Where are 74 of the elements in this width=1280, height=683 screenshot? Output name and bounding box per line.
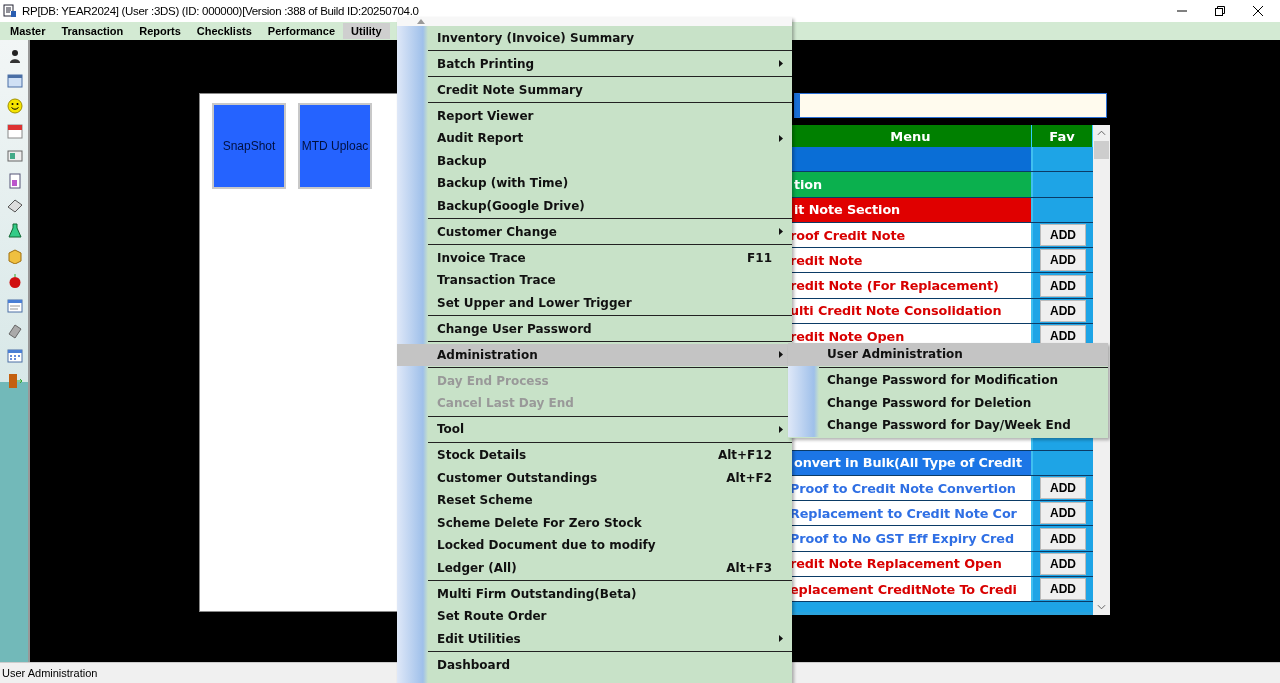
door-icon[interactable] [6, 373, 23, 389]
scroll-up-icon[interactable] [417, 19, 425, 24]
tile-button[interactable]: MTD Uploac [298, 103, 372, 189]
fav-cell [1031, 147, 1093, 172]
menu-entry[interactable]: redit Note Replacement Open [790, 551, 1031, 577]
menu-item[interactable]: Inventory (Invoice) Summary [397, 26, 792, 49]
add-button[interactable]: ADD [1040, 527, 1086, 550]
window-icon[interactable] [6, 73, 23, 89]
section-row[interactable]: onvert in Bulk(All Type of Credit [790, 450, 1031, 475]
grid-icon[interactable] [6, 348, 23, 364]
menu-item[interactable]: Invoice Trace F11 [397, 246, 792, 269]
close-icon[interactable] [1252, 5, 1264, 17]
tile-button[interactable]: SnapShot [212, 103, 286, 189]
menu-item[interactable]: Multi Firm Outstanding(Beta) [397, 582, 792, 605]
form-icon[interactable] [6, 298, 23, 314]
menubar-item[interactable]: Transaction [53, 23, 132, 39]
add-button[interactable]: ADD [1040, 249, 1086, 272]
box-icon[interactable] [6, 248, 23, 264]
section-row[interactable] [790, 147, 1031, 172]
menu-item[interactable]: Report Viewer [397, 104, 792, 127]
add-button[interactable]: ADD [1040, 299, 1086, 322]
add-button[interactable]: ADD [1040, 578, 1086, 601]
add-button[interactable]: ADD [1040, 477, 1086, 499]
menubar-item[interactable]: Performance [259, 23, 344, 39]
menubar-item[interactable]: Utility [343, 23, 390, 39]
column-header: Menu [790, 125, 1032, 147]
app-icon [3, 4, 17, 18]
smiley-icon[interactable] [6, 98, 23, 114]
search-field[interactable] [794, 93, 1107, 118]
menu-item[interactable]: Change User Password [397, 317, 792, 340]
menu-entry[interactable]: Replacement to Credit Note Cor [790, 501, 1031, 526]
scroll-up-icon[interactable] [1097, 130, 1106, 136]
menu-item[interactable]: Transaction Trace [397, 269, 792, 292]
tag-icon[interactable] [6, 198, 23, 214]
menu-entry[interactable]: redit Note (For Replacement) [790, 273, 1031, 298]
menu-item[interactable]: Customer Change [397, 220, 792, 243]
menu-item[interactable]: Batch Printing [397, 52, 792, 75]
flask-icon[interactable] [6, 223, 23, 239]
add-button[interactable]: ADD [1040, 274, 1086, 297]
menu-item[interactable]: Set Upper and Lower Trigger [397, 291, 792, 314]
menubar-item[interactable]: Master [2, 23, 54, 39]
menu-item[interactable]: Credit Note Summary [397, 78, 792, 101]
menu-entry[interactable]: eplacement CreditNote To Credi [790, 577, 1031, 602]
fav-cell [1031, 172, 1093, 197]
card-icon[interactable] [6, 148, 23, 164]
menu-item[interactable]: Ledger (All) Alt+F3 [397, 556, 792, 579]
menu-item[interactable]: Edit Utilities [397, 627, 792, 650]
menu-item[interactable]: Set Route Order [397, 605, 792, 628]
book-icon[interactable] [6, 323, 23, 339]
restore-icon[interactable] [1214, 5, 1226, 17]
menu-item[interactable]: Scheme Delete For Zero Stock [397, 511, 792, 534]
menu-item[interactable]: Stock Details Alt+F12 [397, 444, 792, 467]
section-row[interactable]: it Note Section [790, 197, 1031, 222]
add-button[interactable]: ADD [1040, 552, 1086, 575]
calendar-icon[interactable] [6, 123, 23, 139]
add-button[interactable]: ADD [1040, 224, 1086, 247]
menu-item[interactable]: Customer Outstandings Alt+F2 [397, 466, 792, 489]
scroll-thumb[interactable] [1094, 141, 1109, 159]
menubar-item[interactable]: Checklists [188, 23, 260, 39]
column-header: Fav [1032, 125, 1093, 147]
window-title: RP[DB: YEAR2024] (User :3DS) (ID: 000000)[Version :388 of Build ID:20250704.0 [22, 5, 419, 17]
menu-item[interactable]: Backup (with Time) [397, 172, 792, 195]
apple-icon[interactable] [6, 273, 23, 289]
scroll-down-icon[interactable] [1097, 604, 1106, 610]
add-button[interactable]: ADD [1040, 502, 1086, 525]
menu-item[interactable]: Backup(Google Drive) [397, 194, 792, 217]
menubar-item[interactable]: Reports [131, 23, 189, 39]
document-icon[interactable] [6, 173, 23, 189]
menu-entry[interactable]: redit Note [790, 248, 1031, 273]
menu-item[interactable]: Reset Scheme [397, 489, 792, 512]
menu-item[interactable]: Audit Report [397, 127, 792, 150]
menu-item[interactable]: User Administration [788, 343, 1108, 366]
menu-item[interactable]: Backup [397, 149, 792, 172]
menu-item[interactable]: Locked Document due to modify [397, 534, 792, 557]
